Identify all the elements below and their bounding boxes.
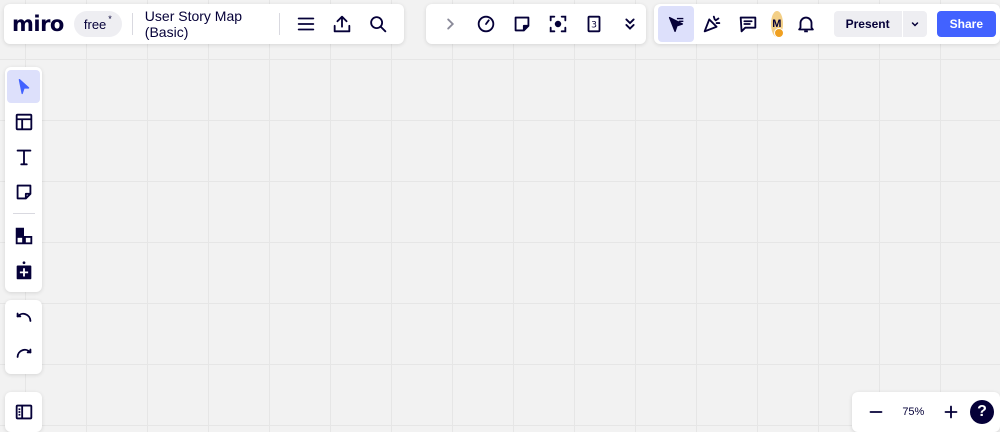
left-toolbar xyxy=(5,67,42,292)
menu-icon[interactable] xyxy=(288,6,324,42)
upload-icon[interactable] xyxy=(324,6,360,42)
focus-icon[interactable] xyxy=(540,6,576,42)
frames-panel-icon[interactable] xyxy=(6,394,42,430)
top-right-toolbar: M Present Share xyxy=(654,4,1000,44)
board-title[interactable]: User Story Map (Basic) xyxy=(141,8,275,40)
miro-logo[interactable]: miro xyxy=(12,12,64,36)
zoom-in-icon[interactable] xyxy=(933,394,969,430)
add-more-icon[interactable] xyxy=(7,254,40,287)
expand-chevron-icon[interactable] xyxy=(432,6,468,42)
frames-panel xyxy=(5,392,42,432)
counter-icon[interactable]: 3 xyxy=(576,6,612,42)
history-toolbar xyxy=(5,300,42,374)
timer-icon[interactable] xyxy=(468,6,504,42)
share-button[interactable]: Share xyxy=(936,11,996,37)
search-icon[interactable] xyxy=(360,6,396,42)
zoom-level[interactable]: 75% xyxy=(895,394,931,430)
shapes-icon[interactable] xyxy=(7,219,40,252)
divider xyxy=(131,13,133,35)
redo-icon[interactable] xyxy=(6,338,42,374)
divider xyxy=(279,13,280,35)
avatar[interactable]: M xyxy=(771,11,784,38)
comments-icon[interactable] xyxy=(730,6,766,42)
present-group: Present xyxy=(833,11,927,37)
celebrate-icon[interactable] xyxy=(694,6,730,42)
templates-icon[interactable] xyxy=(7,105,40,138)
more-chevron-icon[interactable] xyxy=(612,6,648,42)
collaboration-toolbar: 3 xyxy=(426,4,646,44)
text-tool-icon[interactable] xyxy=(7,140,40,173)
plan-star: * xyxy=(108,14,112,24)
present-button[interactable]: Present xyxy=(834,11,902,37)
notifications-bell-icon[interactable] xyxy=(788,6,824,42)
zoom-controls: 75% ? xyxy=(852,392,1000,432)
help-button[interactable]: ? xyxy=(969,400,994,424)
online-status-dot xyxy=(773,28,784,38)
select-cursor-icon[interactable] xyxy=(7,70,40,103)
undo-icon[interactable] xyxy=(6,302,42,338)
divider xyxy=(12,213,35,214)
present-dropdown-chevron-icon[interactable] xyxy=(903,11,927,37)
top-left-toolbar: miro free * User Story Map (Basic) xyxy=(4,4,404,44)
plan-badge[interactable]: free * xyxy=(73,11,122,37)
sticky-note-icon[interactable] xyxy=(7,175,40,208)
zoom-out-icon[interactable] xyxy=(858,394,894,430)
cursor-follow-icon[interactable] xyxy=(658,6,694,42)
counter-value: 3 xyxy=(591,20,597,31)
plan-label: free xyxy=(83,16,107,32)
sticky-add-icon[interactable] xyxy=(504,6,540,42)
